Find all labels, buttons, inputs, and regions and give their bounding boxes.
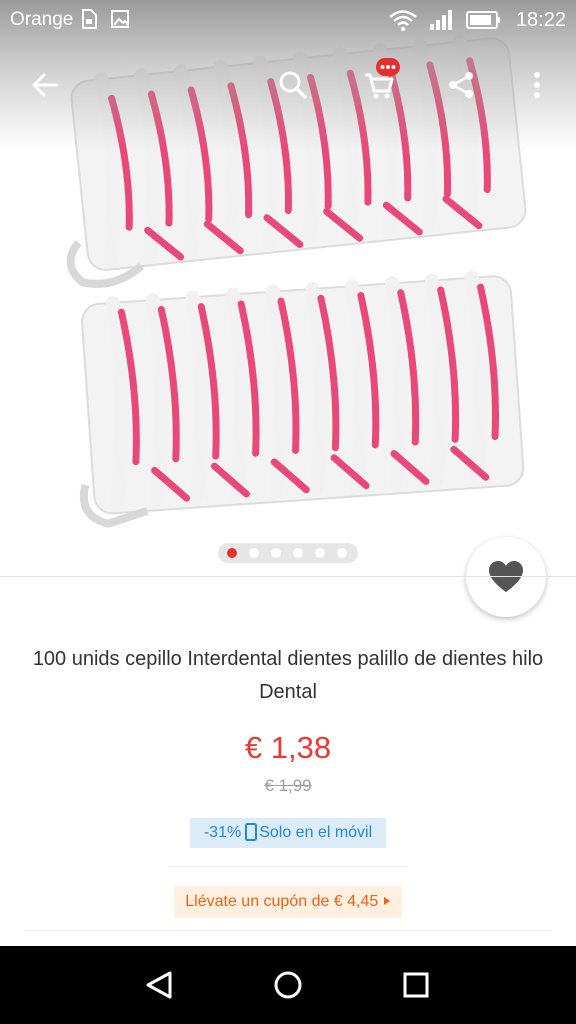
nav-home-button[interactable] [263,960,313,1010]
coupon-label: Llévate un cupón de € 4,45 [185,893,379,910]
phone-icon [245,823,258,841]
search-icon [279,71,307,99]
more-vert-icon [534,72,540,98]
status-bar: Orange 18:22 [0,0,576,40]
battery-icon [465,8,503,38]
discount-percent: -31% [203,824,242,841]
carousel-dot [337,548,347,558]
back-button[interactable] [22,62,68,108]
image-icon [110,8,130,36]
signal-icon [428,8,454,38]
divider [24,930,552,931]
more-options-button[interactable] [514,62,560,108]
product-price: € 1,38 [244,730,332,765]
nav-recents-icon [403,972,429,998]
mobile-discount-badge: -31% Solo en el móvil [190,818,386,848]
divider [168,866,408,867]
nav-back-icon [146,971,172,999]
heart-icon [489,561,523,592]
cart-badge [376,58,400,76]
carousel-dot [249,548,259,558]
nav-home-icon [274,971,302,999]
carousel-dot [315,548,325,558]
caret-right-icon [383,897,390,905]
clock: 18:22 [515,9,566,31]
divider [0,576,576,577]
nav-recents-button[interactable] [391,960,441,1010]
carousel-dot [293,548,303,558]
back-arrow-icon [32,73,59,97]
system-navigation-bar [0,946,576,1024]
carousel-dot [271,548,281,558]
more-dots-icon [380,65,396,69]
carousel-indicator [218,543,358,563]
original-price: € 1,99 [264,776,312,795]
nav-back-button[interactable] [134,960,184,1010]
product-title: 100 unids cepillo Interdental dientes pa… [32,648,544,703]
coupon-button[interactable]: Llévate un cupón de € 4,45 [174,886,402,918]
sim-icon [80,8,98,36]
carrier-name: Orange [10,9,74,30]
wishlist-button[interactable] [466,537,546,617]
search-button[interactable] [270,62,316,108]
wifi-icon [388,8,418,38]
share-icon [449,72,473,98]
carousel-dot-active [227,548,237,558]
share-button[interactable] [438,62,484,108]
mobile-only-label: Solo en el móvil [259,824,373,841]
